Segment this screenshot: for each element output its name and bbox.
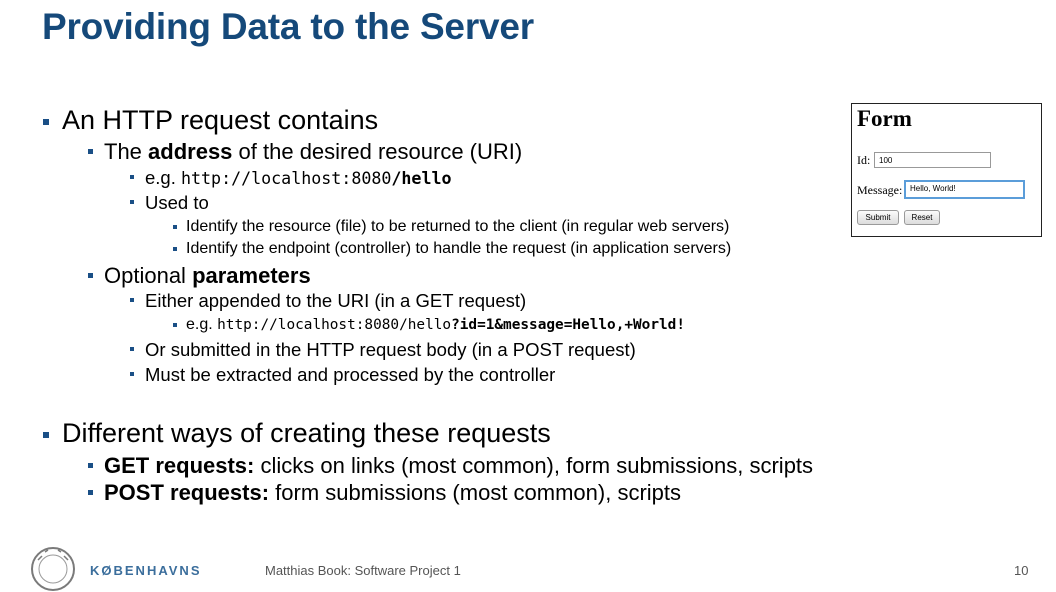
bullet-marker xyxy=(88,463,93,468)
code-bold-text: /hello xyxy=(391,169,452,188)
bullet-different-ways: Different ways of creating these request… xyxy=(43,418,551,449)
message-label: Message: xyxy=(857,183,903,197)
bullet-text: of the desired resource (URI) xyxy=(232,139,523,164)
bullet-marker xyxy=(130,175,134,179)
submit-button[interactable]: Submit xyxy=(857,210,899,225)
bullet-text: e.g. xyxy=(145,167,181,188)
code-text: http://localhost:8080 xyxy=(181,169,392,188)
footer-organization: KØBENHAVNS xyxy=(90,563,202,578)
bullet-get-appended: Either appended to the URI (in a GET req… xyxy=(130,290,527,312)
bullet-bold-text: address xyxy=(148,139,233,164)
bullet-example-uri: e.g. http://localhost:8080/hello xyxy=(130,167,452,189)
bullet-bold-text: parameters xyxy=(192,263,311,288)
bullet-identify-endpoint: Identify the endpoint (controller) to ha… xyxy=(173,240,732,258)
bullet-text: Must be extracted and processed by the c… xyxy=(145,364,556,385)
bullet-marker xyxy=(88,149,93,154)
bullet-get-requests: GET requests: clicks on links (most comm… xyxy=(88,453,814,479)
message-field[interactable]: Hello, World! xyxy=(904,180,1025,199)
bullet-text: Optional xyxy=(104,263,193,288)
bullet-marker xyxy=(43,432,49,438)
bullet-post-requests: POST requests: form submissions (most co… xyxy=(88,480,682,506)
bullet-text: clicks on links (most common), form subm… xyxy=(254,453,814,478)
bullet-http-request: An HTTP request contains xyxy=(43,105,379,136)
code-text: http://localhost:8080/hello xyxy=(217,317,452,333)
form-title: Form xyxy=(857,106,912,131)
bullet-marker xyxy=(43,119,49,125)
bullet-marker xyxy=(173,225,177,229)
bullet-example-query: e.g. http://localhost:8080/hello?id=1&me… xyxy=(173,316,686,334)
bullet-marker xyxy=(130,298,134,302)
bullet-address: The address of the desired resource (URI… xyxy=(88,139,523,165)
bullet-text: e.g. xyxy=(186,316,218,333)
bullet-post-body: Or submitted in the HTTP request body (i… xyxy=(130,339,636,361)
bullet-text: Either appended to the URI (in a GET req… xyxy=(145,290,527,311)
footer-author: Matthias Book: Software Project 1 xyxy=(265,563,461,578)
bullet-bold-text: POST requests: xyxy=(104,480,270,505)
bullet-parameters: Optional parameters xyxy=(88,263,311,289)
bullet-marker xyxy=(130,200,134,204)
bullet-text: An HTTP request contains xyxy=(62,105,379,135)
id-label: Id: xyxy=(857,153,871,167)
page-number: 10 xyxy=(1014,563,1029,578)
bullet-marker xyxy=(173,247,177,251)
bullet-used-to: Used to xyxy=(130,192,209,214)
bullet-text: Or submitted in the HTTP request body (i… xyxy=(145,339,636,360)
bullet-marker xyxy=(173,323,177,327)
bullet-marker xyxy=(130,372,134,376)
bullet-text: Identify the resource (file) to be retur… xyxy=(186,218,730,235)
bullet-bold-text: GET requests: xyxy=(104,453,255,478)
bullet-marker xyxy=(130,347,134,351)
reset-button[interactable]: Reset xyxy=(904,210,940,225)
bullet-text: Different ways of creating these request… xyxy=(62,418,551,448)
bullet-text: Identify the endpoint (controller) to ha… xyxy=(186,240,732,257)
code-bold-text: ?id=1&message=Hello,+World! xyxy=(451,317,686,333)
bullet-text: form submissions (most common), scripts xyxy=(269,480,682,505)
bullet-marker xyxy=(88,273,93,278)
id-field[interactable]: 100 xyxy=(874,152,991,168)
bullet-marker xyxy=(88,490,93,495)
slide-title: Providing Data to the Server xyxy=(42,6,534,47)
bullet-identify-resource: Identify the resource (file) to be retur… xyxy=(173,218,730,236)
university-seal-icon xyxy=(31,547,75,591)
bullet-controller: Must be extracted and processed by the c… xyxy=(130,364,556,386)
form-example-screenshot: Form Id: 100 Message: Hello, World! Subm… xyxy=(851,103,1042,237)
bullet-text: The xyxy=(104,139,149,164)
bullet-text: Used to xyxy=(145,192,209,213)
